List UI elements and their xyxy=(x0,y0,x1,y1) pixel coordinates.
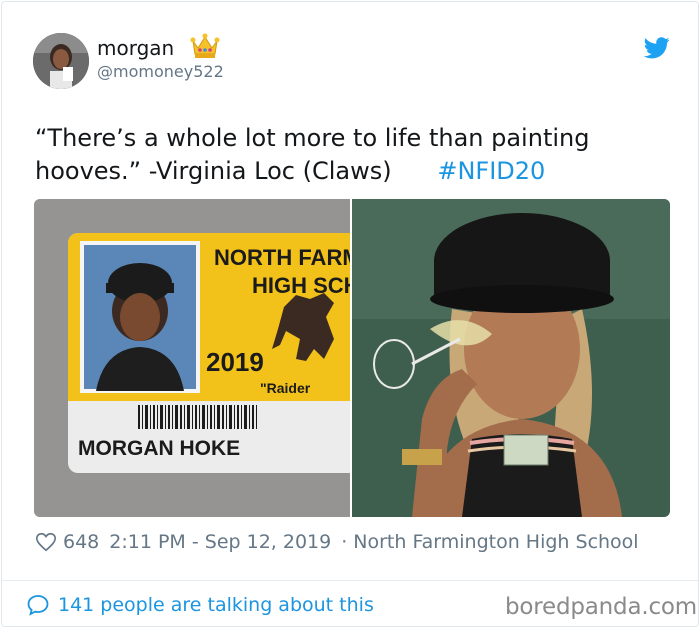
id-school-line1: NORTH FARMI xyxy=(214,245,350,270)
id-mascot: "Raider xyxy=(260,380,311,396)
tweet-card: morgan @momoney522 “There’s a whole lot … xyxy=(1,1,699,627)
like-count[interactable]: 648 xyxy=(63,530,99,554)
watermark: boredpanda.com xyxy=(505,594,697,620)
tweet-location[interactable]: North Farmington High School xyxy=(353,530,638,554)
talking-count[interactable]: 141 people are talking about this xyxy=(58,592,374,618)
divider xyxy=(2,580,698,581)
user-handle[interactable]: @momoney522 xyxy=(97,62,224,82)
tweet-meta: 648 2:11 PM - Sep 12, 2019 · North Farmi… xyxy=(35,530,649,554)
crown-icon xyxy=(190,33,220,58)
media-image-id-card[interactable]: NORTH FARMI HIGH SCH 2019 "Raider xyxy=(34,199,350,517)
avatar[interactable] xyxy=(33,33,89,89)
id-year: 2019 xyxy=(206,347,264,377)
conversation-link[interactable]: 141 people are talking about this xyxy=(26,592,374,618)
id-school-line2: HIGH SCH xyxy=(252,273,350,298)
twitter-bird-icon[interactable] xyxy=(644,37,670,59)
avatar-photo-icon xyxy=(33,33,89,89)
hashtag-link[interactable]: #NFID20 xyxy=(437,157,545,185)
display-name[interactable]: morgan xyxy=(97,36,174,60)
speech-bubble-icon xyxy=(27,595,49,616)
heart-icon[interactable] xyxy=(35,531,57,553)
media-image-photo[interactable] xyxy=(352,199,670,517)
tweet-timestamp[interactable]: 2:11 PM - Sep 12, 2019 xyxy=(109,530,331,554)
meta-separator: · xyxy=(341,531,348,553)
id-student-name: MORGAN HOKE xyxy=(78,437,240,460)
tweet-text: “There’s a whole lot more to life than p… xyxy=(35,122,675,188)
